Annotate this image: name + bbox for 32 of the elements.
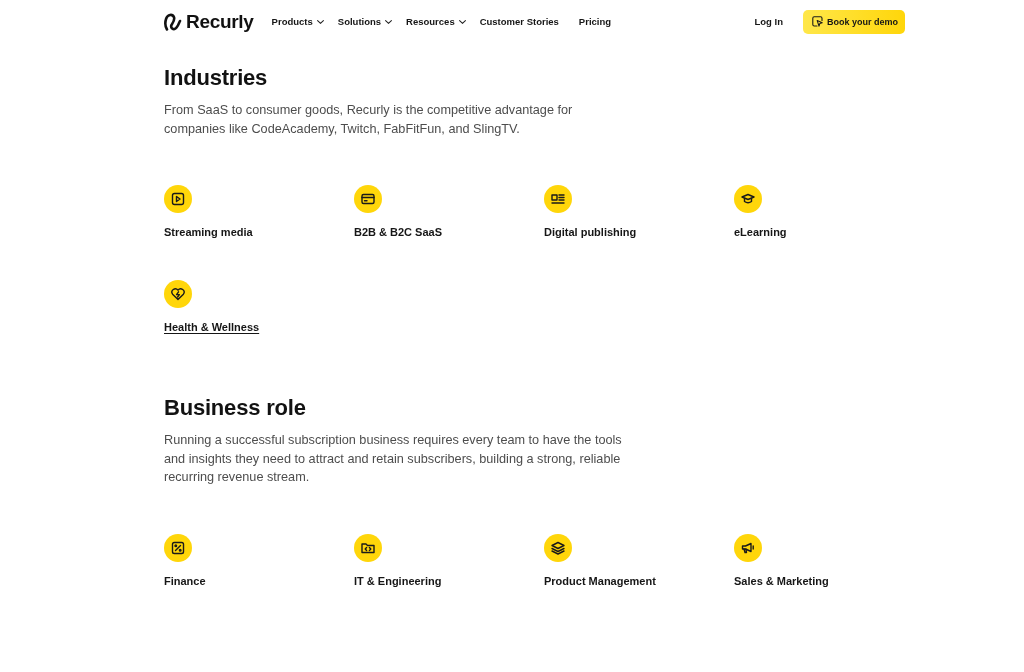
nav-link[interactable]: Resources: [406, 16, 466, 27]
category-link[interactable]: IT & Engineering: [354, 574, 442, 587]
percent-icon: [164, 533, 192, 562]
section-description: Running a successful subscription business requires every team to have the tools and insights they need to attract and retain subscribers, building a strong, reliable recurring revenue stream.: [164, 432, 623, 486]
category-link[interactable]: Digital publishing: [544, 226, 637, 238]
nav-link[interactable]: Solutions: [337, 16, 393, 27]
category-link[interactable]: Product Management: [544, 574, 656, 587]
card-icon: [354, 185, 382, 213]
login-link[interactable]: Log In: [754, 16, 783, 27]
newspaper-icon: [544, 185, 572, 213]
nav-link[interactable]: Products: [271, 16, 324, 27]
play-icon: [164, 185, 192, 213]
category-link[interactable]: eLearning: [734, 226, 787, 238]
category-link[interactable]: Health & Wellness: [164, 321, 260, 333]
layers-icon: [544, 533, 572, 562]
section-heading: Industries: [164, 65, 269, 91]
nav-link[interactable]: Pricing: [578, 16, 612, 27]
book-demo-button[interactable]: Book your demo: [803, 9, 905, 34]
megaphone-icon: [734, 533, 762, 562]
section-description: From SaaS to consumer goods, Recurly is the competitive advantage for companies like CodeAcademy, Twitch, FabFitFun, and SlingTV.: [164, 102, 574, 138]
logo-link[interactable]: Recurly: [164, 10, 254, 33]
graduation-cap-icon: [734, 185, 762, 213]
nav-link[interactable]: Customer Stories: [479, 16, 559, 27]
code-folder-icon: [354, 533, 382, 562]
logo-mark-icon: [164, 12, 182, 31]
category-link[interactable]: Finance: [164, 574, 206, 587]
category-link[interactable]: B2B & B2C SaaS: [354, 226, 443, 238]
screen-cursor-icon: [812, 16, 823, 27]
category-link[interactable]: Sales & Marketing: [734, 574, 829, 587]
category-link[interactable]: Streaming media: [164, 226, 253, 238]
section-heading: Business role: [164, 395, 307, 421]
heart-pulse-icon: [164, 280, 192, 308]
